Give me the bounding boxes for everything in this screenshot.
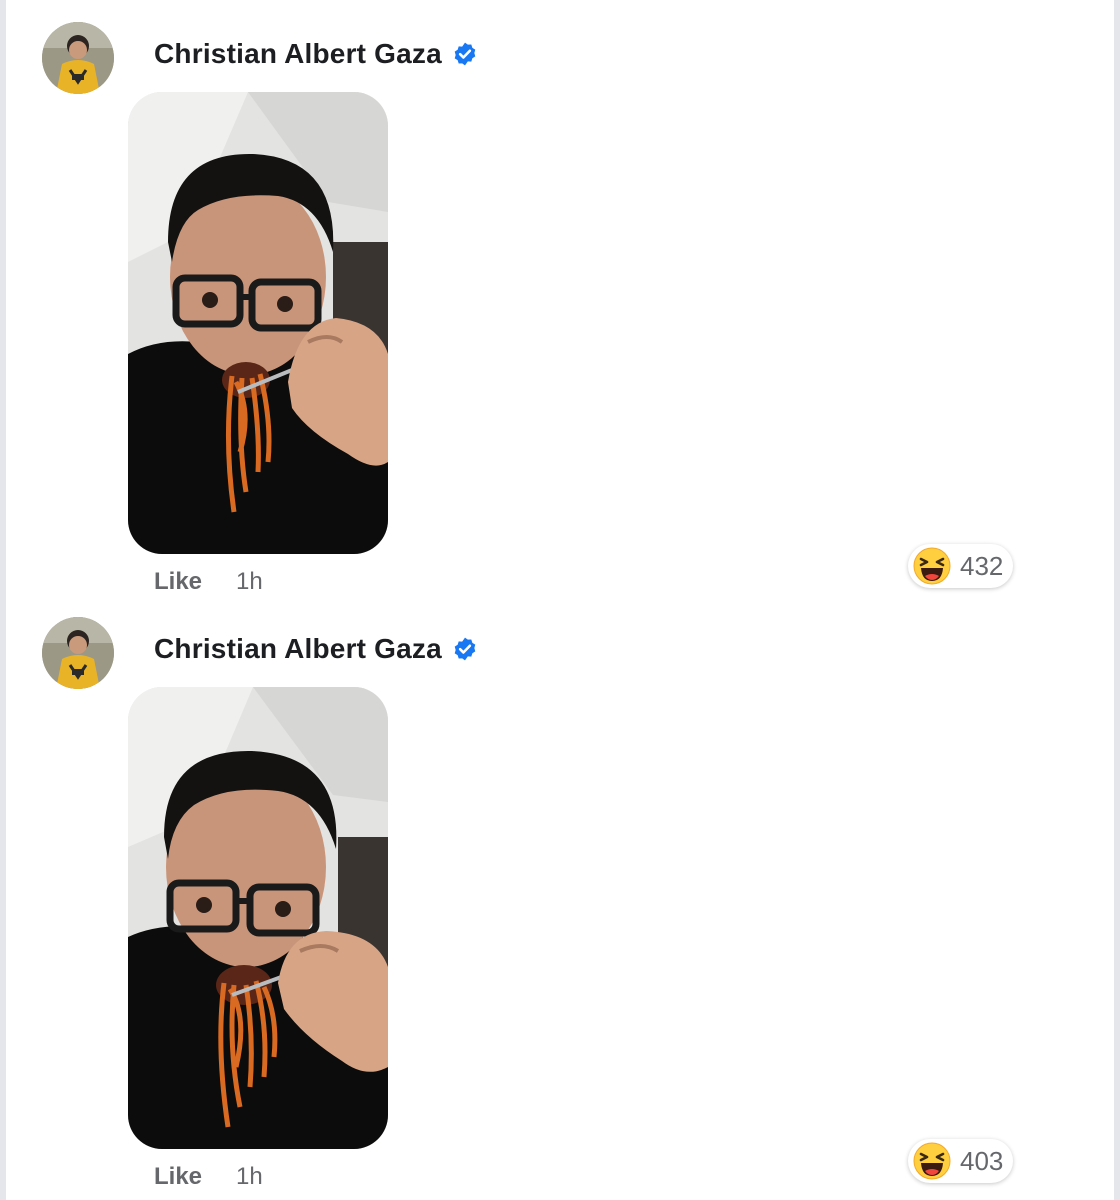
reaction-count: 432: [960, 550, 1004, 581]
verified-badge-icon: [454, 637, 476, 661]
avatar[interactable]: [42, 22, 114, 94]
reaction-summary[interactable]: 403: [908, 1139, 1014, 1183]
comment-author[interactable]: Christian Albert Gaza: [154, 633, 478, 665]
reaction-count: 403: [960, 1145, 1004, 1176]
verified-badge-icon: [454, 42, 476, 66]
haha-emoji-icon: [913, 1142, 951, 1180]
author-name[interactable]: Christian Albert Gaza: [154, 38, 442, 70]
reaction-summary[interactable]: 432: [908, 544, 1014, 588]
comment-item: Christian Albert Gaza: [6, 595, 1114, 1191]
comments-panel: Christian Albert Gaza Like 1h 432 Christ…: [6, 0, 1114, 1200]
comment-author[interactable]: Christian Albert Gaza: [154, 38, 478, 70]
comment-timestamp[interactable]: 1h: [236, 1163, 263, 1191]
comment-photo[interactable]: [128, 92, 388, 554]
like-button[interactable]: Like: [154, 568, 202, 596]
author-name[interactable]: Christian Albert Gaza: [154, 633, 442, 665]
comment-item: Christian Albert Gaza: [6, 0, 1114, 596]
haha-emoji-icon: [913, 547, 951, 585]
comment-timestamp[interactable]: 1h: [236, 568, 263, 596]
avatar[interactable]: [42, 617, 114, 689]
comment-actions: Like 1h: [154, 1163, 263, 1191]
comment-actions: Like 1h: [154, 568, 263, 596]
comment-photo[interactable]: [128, 687, 388, 1149]
like-button[interactable]: Like: [154, 1163, 202, 1191]
